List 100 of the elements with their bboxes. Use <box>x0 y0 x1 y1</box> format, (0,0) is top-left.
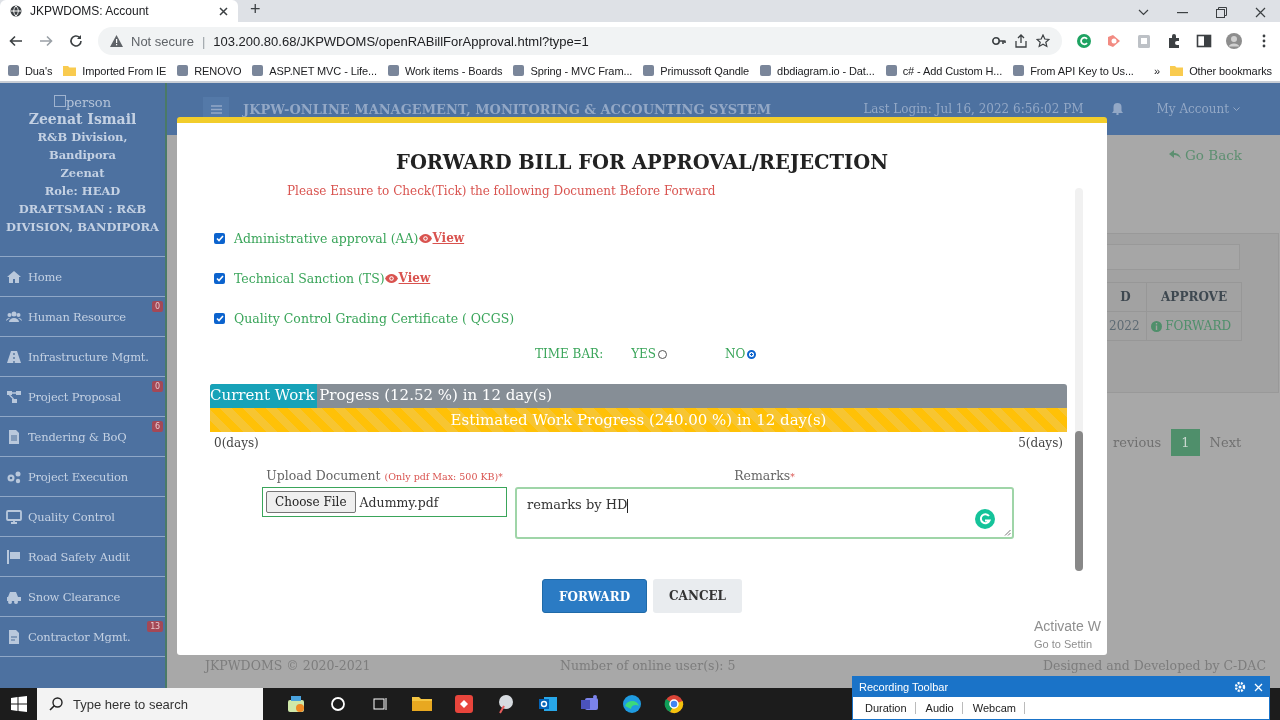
bookmark[interactable]: ASP.NET MVC - Life... <box>252 64 377 77</box>
user-short-name: Zeenat <box>60 165 105 182</box>
remarks-field[interactable]: remarks by HD <box>515 487 1014 539</box>
progress-text: Current Work Progess (12.52 %) in 12 day(s) <box>210 386 553 404</box>
checkbox[interactable] <box>214 272 225 284</box>
windows-icon[interactable] <box>10 696 27 712</box>
bookmark[interactable]: From API Key to Us... <box>1013 64 1134 77</box>
restore-icon[interactable] <box>1216 7 1227 18</box>
square-icon <box>1013 65 1025 76</box>
count-badge: 6 <box>152 421 163 432</box>
sidebar-item[interactable]: Human Resource 0 <box>0 297 165 337</box>
more-bookmarks-button[interactable]: » <box>1154 64 1161 77</box>
check-icon <box>215 274 224 282</box>
new-tab-button[interactable]: + <box>250 0 261 20</box>
menu-item-icon <box>6 348 22 365</box>
menu-item-icon <box>6 548 22 565</box>
user-name: Zeenat Ismail <box>28 110 137 128</box>
square-icon <box>885 65 897 76</box>
bookmark[interactable]: dbdiagram.io - Dat... <box>760 64 875 77</box>
folder-icon[interactable] <box>412 694 432 714</box>
wave-browser-icon[interactable] <box>622 694 642 714</box>
info-icon <box>1151 320 1163 332</box>
puzzle-icon[interactable] <box>1166 33 1182 49</box>
security-label: Not secure <box>131 33 194 49</box>
view-link[interactable]: View <box>384 271 431 285</box>
menu-icon <box>210 104 222 114</box>
task-view-icon[interactable] <box>372 696 388 712</box>
circle-icon[interactable] <box>330 696 346 712</box>
last-login-text: Last Login: Jul 16, 2022 6:56:02 PM <box>863 102 1084 116</box>
menu-item-icon <box>6 268 22 285</box>
toolbar-tab[interactable]: Duration <box>865 702 916 714</box>
side-panel-icon[interactable] <box>1196 33 1212 49</box>
check-icon <box>215 234 224 242</box>
menu-item-icon <box>6 388 22 405</box>
minimize-icon[interactable] <box>1177 11 1188 14</box>
search-field[interactable] <box>1104 244 1240 270</box>
document-label: Quality Control Grading Certificate ( QCGS) <box>234 310 515 326</box>
reload-icon[interactable] <box>68 33 84 49</box>
checkbox[interactable] <box>214 312 225 324</box>
folder-icon <box>63 65 77 76</box>
share-icon[interactable] <box>1014 34 1028 48</box>
radio-button[interactable] <box>747 349 757 359</box>
back-icon[interactable] <box>8 33 24 49</box>
separator-text: | <box>201 33 206 49</box>
star-icon[interactable] <box>1036 34 1050 48</box>
key-icon[interactable] <box>992 36 1006 46</box>
toolbar-title: Recording Toolbar <box>859 681 950 693</box>
count-badge: 0 <box>152 381 163 392</box>
square-icon <box>513 65 525 76</box>
sidebar-item[interactable]: Project Proposal 0 <box>0 377 165 417</box>
address-bar[interactable]: Not secure | 103.200.80.68/JKPWDOMS/openRABillForApproval.html?type=1 <box>98 27 1062 55</box>
diamond-app-icon[interactable] <box>454 694 474 714</box>
view-link[interactable]: View <box>418 231 465 245</box>
avatar-broken-image: person <box>53 95 112 110</box>
radio-button[interactable] <box>658 349 668 359</box>
scale-label: 5(days) <box>1018 436 1063 450</box>
mail-icon[interactable] <box>538 694 558 714</box>
browser-tab[interactable]: JKPWDOMS: Account <box>0 0 238 22</box>
round-browser-icon[interactable] <box>664 694 684 714</box>
scale-label: 0(days) <box>214 436 259 450</box>
weather-icon[interactable] <box>286 694 306 714</box>
document-label: Technical Sanction (TS) <box>234 270 385 286</box>
forward-button[interactable]: FORWARD <box>541 579 648 613</box>
toolbar-tab[interactable]: Audio <box>925 702 963 714</box>
checkbox[interactable] <box>214 232 225 244</box>
square-icon <box>387 65 399 76</box>
close-icon[interactable] <box>1255 7 1266 18</box>
bookmark[interactable]: Dua's <box>8 64 53 77</box>
bookmark[interactable]: c# - Add Custom H... <box>885 64 1003 77</box>
taskbar-search-field[interactable]: Type here to search <box>37 688 263 720</box>
close-icon[interactable] <box>219 6 228 16</box>
field-label: Remarks* <box>733 468 796 483</box>
file-input[interactable]: Choose File Adummy.pdf <box>262 487 507 517</box>
sidebar-item[interactable]: Contractor Mgmt. 13 <box>0 617 165 657</box>
bookmark[interactable]: Spring - MVC Fram... <box>513 64 633 77</box>
time-bar-label: TIME BAR: <box>535 347 604 361</box>
menu-item-icon <box>6 628 22 645</box>
count-badge: 13 <box>147 621 163 632</box>
chevron-down-icon[interactable] <box>1138 9 1149 16</box>
avatar-icon[interactable] <box>1226 33 1242 49</box>
sidebar-item[interactable]: Tendering & BoQ 6 <box>0 417 165 457</box>
bookmark-folder[interactable]: Other bookmarks <box>1170 64 1272 77</box>
system-title: JKPW-ONLINE MANAGEMENT, MONITORING & ACCOUNTING SYSTEM <box>243 101 773 117</box>
square-icon <box>760 65 772 76</box>
toolbar-tab[interactable]: Webcam <box>972 702 1025 714</box>
bookmark[interactable]: RENOVO <box>177 64 242 77</box>
bookmark[interactable]: Primussoft Qandle <box>643 64 750 77</box>
bookmark[interactable]: Work items - Boards <box>387 64 503 77</box>
bookmark[interactable]: Imported From IE <box>63 64 167 77</box>
square-icon <box>177 65 189 76</box>
settings-icon[interactable] <box>1234 681 1246 693</box>
square-icon <box>643 65 655 76</box>
circle-logo-icon <box>975 509 995 529</box>
cancel-button[interactable]: CANCEL <box>653 579 743 613</box>
progress-text: Estimated Work Progress (240.00 %) in 12 day(s) <box>449 411 828 429</box>
search-icon <box>49 697 63 711</box>
column-header: APPROVE <box>1146 282 1242 312</box>
folder-icon <box>1170 65 1184 76</box>
field-label: Upload Document (Only pdf Max: 500 KB)* <box>265 468 504 483</box>
notice-text: Please Ensure to Check(Tick) the following Document Before Forward <box>287 184 717 198</box>
